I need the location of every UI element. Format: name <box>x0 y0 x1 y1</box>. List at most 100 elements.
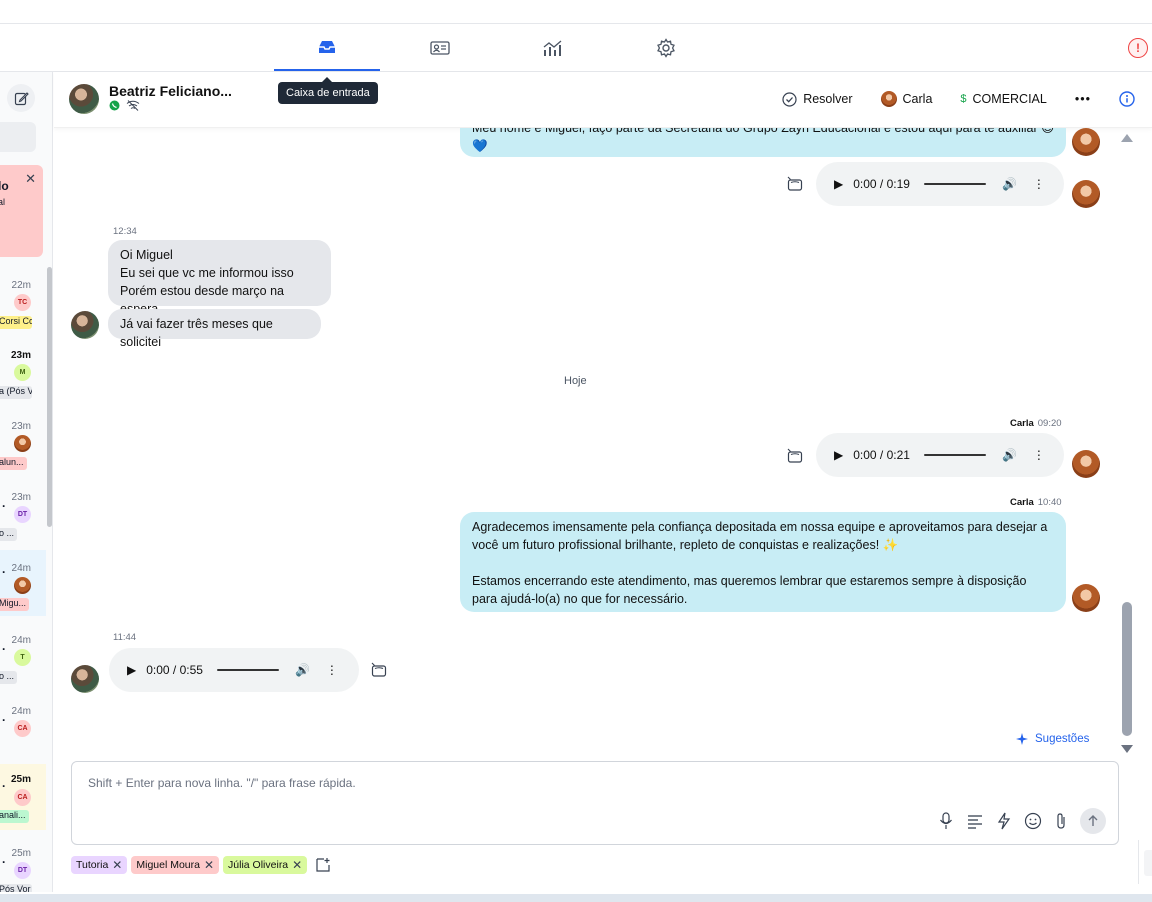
volume-icon[interactable]: 🔊 <box>1002 448 1017 462</box>
sidebar-scrollbar[interactable] <box>47 267 52 527</box>
alert-icon[interactable]: ! <box>1128 38 1148 58</box>
transcribe-icon[interactable] <box>786 447 804 465</box>
conversation-time: 22m <box>11 280 31 291</box>
audio-player[interactable]: ▶ 0:00 / 0:55 🔊 ⋮ <box>109 648 359 692</box>
composer-toolbar <box>938 808 1106 834</box>
microphone-icon[interactable] <box>938 812 954 830</box>
side-panel-toggle[interactable] <box>1144 850 1152 876</box>
alert-card[interactable]: lo al ✕ <box>0 165 43 257</box>
team-selector[interactable]: $ COMERCIAL <box>960 92 1046 106</box>
remove-tag-icon[interactable]: ✕ <box>204 858 214 872</box>
header-actions: Resolver Carla $ COMERCIAL ••• <box>754 88 1152 110</box>
tab-inbox[interactable] <box>274 24 380 71</box>
message-incoming[interactable]: Já vai fazer três meses que solicitei <box>108 309 321 349</box>
avatar: DT <box>14 862 31 879</box>
audio-more-icon[interactable]: ⋮ <box>326 663 338 677</box>
send-button[interactable] <box>1080 808 1106 834</box>
close-icon[interactable]: ✕ <box>25 171 36 187</box>
agent-avatar <box>880 91 897 107</box>
contact-card-icon <box>430 40 450 55</box>
volume-icon[interactable]: 🔊 <box>295 663 310 677</box>
conversation-item[interactable]: 22m TC Corsi Co <box>0 272 46 338</box>
audio-player[interactable]: ▶ 0:00 / 0:19 🔊 ⋮ <box>816 162 1064 206</box>
scroll-thumb[interactable] <box>1122 602 1132 736</box>
conversation-item[interactable]: 23m M a (Pós V <box>0 342 46 408</box>
conversation-tag: anali... <box>0 810 29 823</box>
conversation-item[interactable]: . 25m DT Pós Vor <box>0 840 46 892</box>
play-icon[interactable]: ▶ <box>127 663 136 677</box>
chart-icon <box>543 40 562 56</box>
conversation-item[interactable]: 23m alun... <box>0 413 46 479</box>
play-icon[interactable]: ▶ <box>834 448 843 462</box>
agent-avatar <box>1072 180 1100 208</box>
message-outgoing[interactable]: Agradecemos imensamente pela confiança d… <box>460 512 1066 612</box>
scroll-up-icon[interactable] <box>1121 134 1133 142</box>
conversation-item-selected[interactable]: . 24m Migu... <box>0 550 46 616</box>
audio-time: 0:00 / 0:21 <box>853 448 910 462</box>
audio-more-icon[interactable]: ⋮ <box>1033 448 1045 462</box>
conversation-tag: alun... <box>0 457 27 470</box>
conversation-tags: Tutoria ✕ Miguel Moura ✕ Júlia Oliveira ✕ <box>71 856 331 874</box>
unread-dot: . <box>2 710 6 724</box>
message-line: Já vai fazer três meses que solicitei <box>120 317 273 349</box>
dollar-icon: $ <box>960 93 967 105</box>
audio-progress[interactable] <box>216 669 279 671</box>
audio-more-icon[interactable]: ⋮ <box>1033 177 1045 191</box>
tag-label: Tutoria <box>76 859 109 871</box>
transcribe-icon[interactable] <box>370 661 388 679</box>
tag-chip[interactable]: Júlia Oliveira ✕ <box>223 856 308 874</box>
audio-progress[interactable] <box>923 183 986 185</box>
conversation-item[interactable]: . 24m T o ... <box>0 627 46 693</box>
contact-avatar[interactable] <box>69 84 99 114</box>
remove-tag-icon[interactable]: ✕ <box>292 858 302 872</box>
check-circle-icon <box>782 91 797 107</box>
message-composer[interactable]: Shift + Enter para nova linha. "/" para … <box>71 761 1119 845</box>
message-outgoing[interactable]: Meu nome é Miguel, faço parte da Secreta… <box>460 128 1066 157</box>
contact-name[interactable]: Beatriz Feliciano... <box>109 83 232 99</box>
conversation-tag: a (Pós V <box>0 386 32 399</box>
tag-chip[interactable]: Tutoria ✕ <box>71 856 128 874</box>
tab-reports[interactable] <box>500 24 606 71</box>
contact-avatar <box>71 311 99 339</box>
messages-scrollbar[interactable] <box>1120 128 1134 753</box>
conversation-item[interactable]: . 25m CA anali... <box>0 764 46 830</box>
remove-tag-icon[interactable]: ✕ <box>112 858 122 872</box>
transcribe-icon[interactable] <box>786 175 804 193</box>
contact-status <box>109 100 140 111</box>
conversation-item[interactable]: . 24m CA <box>0 698 46 764</box>
emoji-icon[interactable] <box>1024 812 1042 830</box>
compose-button[interactable] <box>7 84 35 112</box>
conversation-time: 25m <box>10 774 31 785</box>
info-button[interactable] <box>1119 91 1135 107</box>
text-align-icon[interactable] <box>966 813 984 829</box>
resolve-button[interactable]: Resolver <box>782 91 853 107</box>
contact-avatar <box>71 665 99 693</box>
volume-icon[interactable]: 🔊 <box>1002 177 1017 191</box>
lightning-icon[interactable] <box>996 812 1012 830</box>
agent-selector[interactable]: Carla <box>880 91 932 107</box>
attachment-icon[interactable] <box>1054 812 1068 830</box>
more-options-button[interactable]: ••• <box>1075 92 1091 106</box>
chat-header: Beatriz Feliciano... Resolver Carla $ CO… <box>54 72 1152 128</box>
audio-player[interactable]: ▶ 0:00 / 0:21 🔊 ⋮ <box>816 433 1064 477</box>
message-incoming[interactable]: Oi Miguel Eu sei que vc me informou isso… <box>108 240 331 316</box>
message-line: Oi Miguel <box>120 248 173 262</box>
search-input[interactable] <box>0 122 36 152</box>
tab-contacts[interactable] <box>387 24 493 71</box>
unread-dot: . <box>2 852 6 866</box>
suggestions-button[interactable]: Sugestões <box>1015 732 1089 746</box>
conversation-time: 23m <box>11 421 31 432</box>
gear-icon <box>657 37 675 58</box>
message-meta: Carla 10:40 <box>1010 497 1062 508</box>
audio-progress[interactable] <box>923 454 986 456</box>
avatar <box>14 435 31 452</box>
scroll-down-icon[interactable] <box>1121 745 1133 753</box>
unread-dot: . <box>2 496 6 510</box>
tag-chip[interactable]: Miguel Moura ✕ <box>131 856 220 874</box>
audio-time: 0:00 / 0:55 <box>146 663 203 677</box>
conversation-item[interactable]: . 23m DT o ... <box>0 484 46 550</box>
unread-dot: . <box>2 776 6 790</box>
add-tag-icon[interactable] <box>315 857 331 873</box>
tab-settings[interactable] <box>613 24 719 71</box>
play-icon[interactable]: ▶ <box>834 177 843 191</box>
